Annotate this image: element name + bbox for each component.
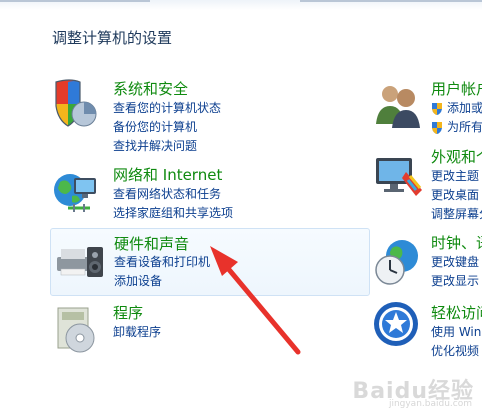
link-add-user[interactable]: 添加或 bbox=[447, 99, 482, 116]
uac-shield-icon bbox=[431, 120, 443, 134]
category-network-internet: 网络和 Internet 查看网络状态和任务 选择家庭组和共享选项 bbox=[50, 162, 380, 222]
page-title: 调整计算机的设置 bbox=[52, 29, 173, 47]
printer-speaker-icon bbox=[53, 233, 109, 289]
uac-shield-icon bbox=[431, 101, 443, 115]
program-disc-icon bbox=[50, 302, 106, 358]
category-system-security: 系统和安全 查看您的计算机状态 备份您的计算机 查找并解决问题 bbox=[50, 76, 380, 153]
category-hardware-sound[interactable]: 硬件和声音 查看设备和打印机 添加设备 bbox=[50, 228, 370, 296]
category-programs: 程序 卸载程序 bbox=[50, 300, 380, 356]
link-uninstall-program[interactable]: 卸载程序 bbox=[113, 323, 161, 340]
link-troubleshoot[interactable]: 查找并解决问题 bbox=[113, 137, 197, 154]
category-title[interactable]: 时钟、语 bbox=[431, 232, 482, 253]
link-view-network-status[interactable]: 查看网络状态和任务 bbox=[113, 185, 221, 202]
link-adjust-resolution[interactable]: 调整屏幕分 bbox=[431, 205, 482, 222]
shield-chart-icon bbox=[50, 76, 106, 132]
link-change-theme[interactable]: 更改主题 bbox=[431, 167, 479, 184]
link-optimize-video[interactable]: 优化视频 bbox=[431, 342, 479, 359]
category-title[interactable]: 轻松访问 bbox=[431, 302, 482, 323]
category-ease-of-access: 轻松访问 使用 Win 优化视频 bbox=[372, 300, 482, 360]
category-user-accounts: 用户帐户 添加或 为所有 bbox=[372, 76, 482, 136]
top-line-right bbox=[300, 0, 482, 2]
category-appearance: 外观和个 更改主题 更改桌面 调整屏幕分 bbox=[372, 146, 482, 222]
category-title[interactable]: 用户帐户 bbox=[431, 78, 482, 99]
globe-network-icon bbox=[50, 164, 106, 220]
clock-globe-icon bbox=[372, 234, 428, 290]
category-title[interactable]: 网络和 Internet bbox=[113, 164, 222, 185]
category-title[interactable]: 硬件和声音 bbox=[114, 233, 189, 254]
link-change-keyboard[interactable]: 更改键盘 bbox=[431, 253, 479, 270]
ease-of-access-icon bbox=[372, 300, 428, 356]
top-line-left bbox=[0, 0, 150, 2]
link-add-device[interactable]: 添加设备 bbox=[114, 272, 162, 289]
link-devices-printers[interactable]: 查看设备和打印机 bbox=[114, 253, 210, 270]
category-title[interactable]: 外观和个 bbox=[431, 146, 482, 167]
category-clock-language: 时钟、语 更改键盘 更改显示 bbox=[372, 230, 482, 290]
link-view-computer-status[interactable]: 查看您的计算机状态 bbox=[113, 99, 221, 116]
link-use-windows[interactable]: 使用 Win bbox=[431, 323, 481, 340]
link-backup-computer[interactable]: 备份您的计算机 bbox=[113, 118, 197, 135]
link-change-desktop[interactable]: 更改桌面 bbox=[431, 186, 479, 203]
watermark-sub: jingyan.baidu.com bbox=[388, 399, 472, 409]
category-title[interactable]: 系统和安全 bbox=[113, 78, 188, 99]
users-icon bbox=[372, 78, 428, 134]
category-title[interactable]: 程序 bbox=[113, 302, 143, 323]
link-change-display-language[interactable]: 更改显示 bbox=[431, 272, 479, 289]
monitor-palette-icon bbox=[372, 150, 428, 206]
link-homegroup-sharing[interactable]: 选择家庭组和共享选项 bbox=[113, 204, 233, 221]
link-for-all-users[interactable]: 为所有 bbox=[447, 118, 482, 135]
window-top-edge bbox=[0, 0, 482, 10]
